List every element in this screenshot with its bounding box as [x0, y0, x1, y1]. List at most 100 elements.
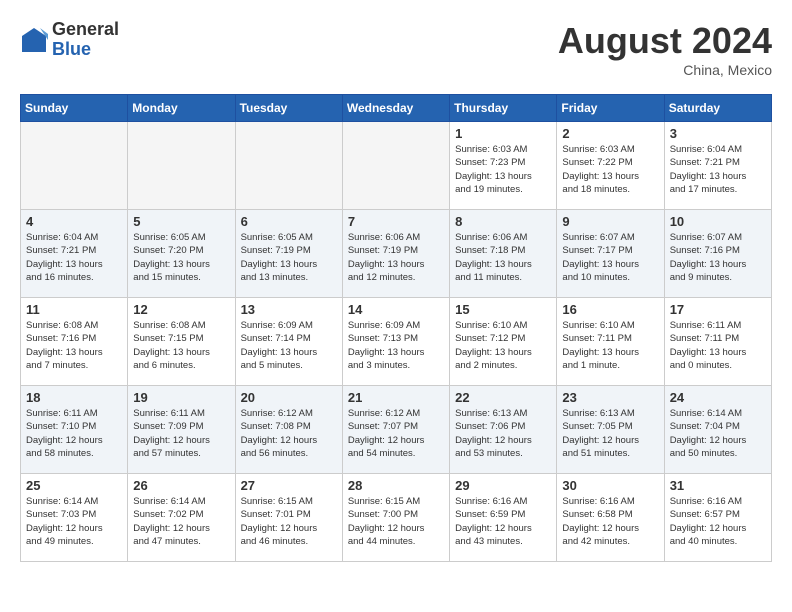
calendar-cell: 30Sunrise: 6:16 AM Sunset: 6:58 PM Dayli…	[557, 474, 664, 562]
calendar-week-row: 1Sunrise: 6:03 AM Sunset: 7:23 PM Daylig…	[21, 122, 772, 210]
calendar-cell: 12 Sunrise: 6:08 AM Sunset: 7:15 PM Dayli…	[128, 298, 235, 386]
month-title: August 2024	[558, 20, 772, 62]
day-number: 29	[455, 478, 551, 493]
day-number: 9	[562, 214, 658, 229]
day-number: 15	[455, 302, 551, 317]
day-info: Sunrise: 6:04 AM Sunset: 7:21 PM Dayligh…	[670, 143, 766, 196]
day-info: Sunrise: 6:03 AM Sunset: 7:22 PM Dayligh…	[562, 143, 658, 196]
day-number: 21	[348, 390, 444, 405]
calendar-cell: 8 Sunrise: 6:06 AM Sunset: 7:18 PM Daylig…	[450, 210, 557, 298]
calendar-cell: 20 Sunrise: 6:12 AM Sunset: 7:08 PM Dayli…	[235, 386, 342, 474]
calendar-cell: 23 Sunrise: 6:13 AM Sunset: 7:05 PM Dayli…	[557, 386, 664, 474]
day-info: Sunrise: 6:07 AM Sunset: 7:16 PM Dayligh…	[670, 231, 766, 284]
day-info: Sunrise: 6:12 AM Sunset: 7:08 PM Dayligh…	[241, 407, 337, 460]
day-number: 24	[670, 390, 766, 405]
day-number: 8	[455, 214, 551, 229]
day-info: Sunrise: 6:16 AM Sunset: 6:57 PM Dayligh…	[670, 495, 766, 548]
day-info: Sunrise: 6:14 AM Sunset: 7:02 PM Dayligh…	[133, 495, 229, 548]
weekday-header-tuesday: Tuesday	[235, 95, 342, 122]
day-number: 13	[241, 302, 337, 317]
day-info: Sunrise: 6:14 AM Sunset: 7:04 PM Dayligh…	[670, 407, 766, 460]
calendar-cell: 2 Sunrise: 6:03 AM Sunset: 7:22 PM Daylig…	[557, 122, 664, 210]
calendar-week-row: 25 Sunrise: 6:14 AM Sunset: 7:03 PM Dayli…	[21, 474, 772, 562]
calendar-cell: 4 Sunrise: 6:04 AM Sunset: 7:21 PM Daylig…	[21, 210, 128, 298]
logo: General Blue	[20, 20, 119, 60]
calendar-cell: 9 Sunrise: 6:07 AM Sunset: 7:17 PM Daylig…	[557, 210, 664, 298]
day-info: Sunrise: 6:04 AM Sunset: 7:21 PM Dayligh…	[26, 231, 122, 284]
calendar-cell: 19Sunrise: 6:11 AM Sunset: 7:09 PM Dayli…	[128, 386, 235, 474]
day-number: 4	[26, 214, 122, 229]
day-info: Sunrise: 6:11 AM Sunset: 7:10 PM Dayligh…	[26, 407, 122, 460]
calendar-cell: 26 Sunrise: 6:14 AM Sunset: 7:02 PM Dayli…	[128, 474, 235, 562]
page-header: General Blue August 2024 China, Mexico	[20, 20, 772, 78]
weekday-header-thursday: Thursday	[450, 95, 557, 122]
day-info: Sunrise: 6:06 AM Sunset: 7:19 PM Dayligh…	[348, 231, 444, 284]
day-number: 17	[670, 302, 766, 317]
day-number: 27	[241, 478, 337, 493]
calendar-table: SundayMondayTuesdayWednesdayThursdayFrid…	[20, 94, 772, 562]
day-number: 10	[670, 214, 766, 229]
calendar-cell: 24 Sunrise: 6:14 AM Sunset: 7:04 PM Dayli…	[664, 386, 771, 474]
day-number: 25	[26, 478, 122, 493]
day-info: Sunrise: 6:03 AM Sunset: 7:23 PM Dayligh…	[455, 143, 551, 196]
calendar-cell: 17Sunrise: 6:11 AM Sunset: 7:11 PM Dayli…	[664, 298, 771, 386]
calendar-cell: 6 Sunrise: 6:05 AM Sunset: 7:19 PM Daylig…	[235, 210, 342, 298]
day-info: Sunrise: 6:13 AM Sunset: 7:05 PM Dayligh…	[562, 407, 658, 460]
weekday-header-wednesday: Wednesday	[342, 95, 449, 122]
logo-blue-text: Blue	[52, 39, 91, 59]
logo-general-text: General	[52, 19, 119, 39]
day-info: Sunrise: 6:11 AM Sunset: 7:09 PM Dayligh…	[133, 407, 229, 460]
day-number: 23	[562, 390, 658, 405]
location: China, Mexico	[558, 62, 772, 78]
day-info: Sunrise: 6:13 AM Sunset: 7:06 PM Dayligh…	[455, 407, 551, 460]
calendar-cell	[235, 122, 342, 210]
calendar-cell	[21, 122, 128, 210]
day-number: 12	[133, 302, 229, 317]
weekday-header-monday: Monday	[128, 95, 235, 122]
calendar-cell: 5 Sunrise: 6:05 AM Sunset: 7:20 PM Daylig…	[128, 210, 235, 298]
calendar-week-row: 4 Sunrise: 6:04 AM Sunset: 7:21 PM Daylig…	[21, 210, 772, 298]
logo-icon	[20, 26, 48, 54]
day-info: Sunrise: 6:14 AM Sunset: 7:03 PM Dayligh…	[26, 495, 122, 548]
calendar-cell: 15 Sunrise: 6:10 AM Sunset: 7:12 PM Dayli…	[450, 298, 557, 386]
weekday-header-sunday: Sunday	[21, 95, 128, 122]
day-number: 3	[670, 126, 766, 141]
calendar-cell: 16Sunrise: 6:10 AM Sunset: 7:11 PM Dayli…	[557, 298, 664, 386]
day-info: Sunrise: 6:09 AM Sunset: 7:13 PM Dayligh…	[348, 319, 444, 372]
day-info: Sunrise: 6:15 AM Sunset: 7:00 PM Dayligh…	[348, 495, 444, 548]
day-number: 6	[241, 214, 337, 229]
day-number: 26	[133, 478, 229, 493]
day-number: 28	[348, 478, 444, 493]
calendar-cell: 21 Sunrise: 6:12 AM Sunset: 7:07 PM Dayli…	[342, 386, 449, 474]
day-number: 30	[562, 478, 658, 493]
day-info: Sunrise: 6:07 AM Sunset: 7:17 PM Dayligh…	[562, 231, 658, 284]
title-block: August 2024 China, Mexico	[558, 20, 772, 78]
calendar-week-row: 18 Sunrise: 6:11 AM Sunset: 7:10 PM Dayli…	[21, 386, 772, 474]
calendar-cell: 18 Sunrise: 6:11 AM Sunset: 7:10 PM Dayli…	[21, 386, 128, 474]
day-info: Sunrise: 6:05 AM Sunset: 7:20 PM Dayligh…	[133, 231, 229, 284]
calendar-cell: 14Sunrise: 6:09 AM Sunset: 7:13 PM Dayli…	[342, 298, 449, 386]
calendar-cell: 27 Sunrise: 6:15 AM Sunset: 7:01 PM Dayli…	[235, 474, 342, 562]
day-info: Sunrise: 6:08 AM Sunset: 7:15 PM Dayligh…	[133, 319, 229, 372]
calendar-cell: 7Sunrise: 6:06 AM Sunset: 7:19 PM Daylig…	[342, 210, 449, 298]
day-number: 18	[26, 390, 122, 405]
day-number: 2	[562, 126, 658, 141]
day-number: 20	[241, 390, 337, 405]
calendar-cell: 31Sunrise: 6:16 AM Sunset: 6:57 PM Dayli…	[664, 474, 771, 562]
calendar-week-row: 11Sunrise: 6:08 AM Sunset: 7:16 PM Dayli…	[21, 298, 772, 386]
day-info: Sunrise: 6:12 AM Sunset: 7:07 PM Dayligh…	[348, 407, 444, 460]
day-info: Sunrise: 6:06 AM Sunset: 7:18 PM Dayligh…	[455, 231, 551, 284]
calendar-cell: 25 Sunrise: 6:14 AM Sunset: 7:03 PM Dayli…	[21, 474, 128, 562]
calendar-cell	[342, 122, 449, 210]
calendar-cell: 28 Sunrise: 6:15 AM Sunset: 7:00 PM Dayli…	[342, 474, 449, 562]
calendar-cell: 13Sunrise: 6:09 AM Sunset: 7:14 PM Dayli…	[235, 298, 342, 386]
day-info: Sunrise: 6:10 AM Sunset: 7:12 PM Dayligh…	[455, 319, 551, 372]
calendar-cell: 22 Sunrise: 6:13 AM Sunset: 7:06 PM Dayli…	[450, 386, 557, 474]
day-info: Sunrise: 6:10 AM Sunset: 7:11 PM Dayligh…	[562, 319, 658, 372]
day-number: 5	[133, 214, 229, 229]
day-info: Sunrise: 6:15 AM Sunset: 7:01 PM Dayligh…	[241, 495, 337, 548]
day-number: 22	[455, 390, 551, 405]
calendar-cell: 10 Sunrise: 6:07 AM Sunset: 7:16 PM Dayli…	[664, 210, 771, 298]
day-info: Sunrise: 6:05 AM Sunset: 7:19 PM Dayligh…	[241, 231, 337, 284]
day-number: 11	[26, 302, 122, 317]
